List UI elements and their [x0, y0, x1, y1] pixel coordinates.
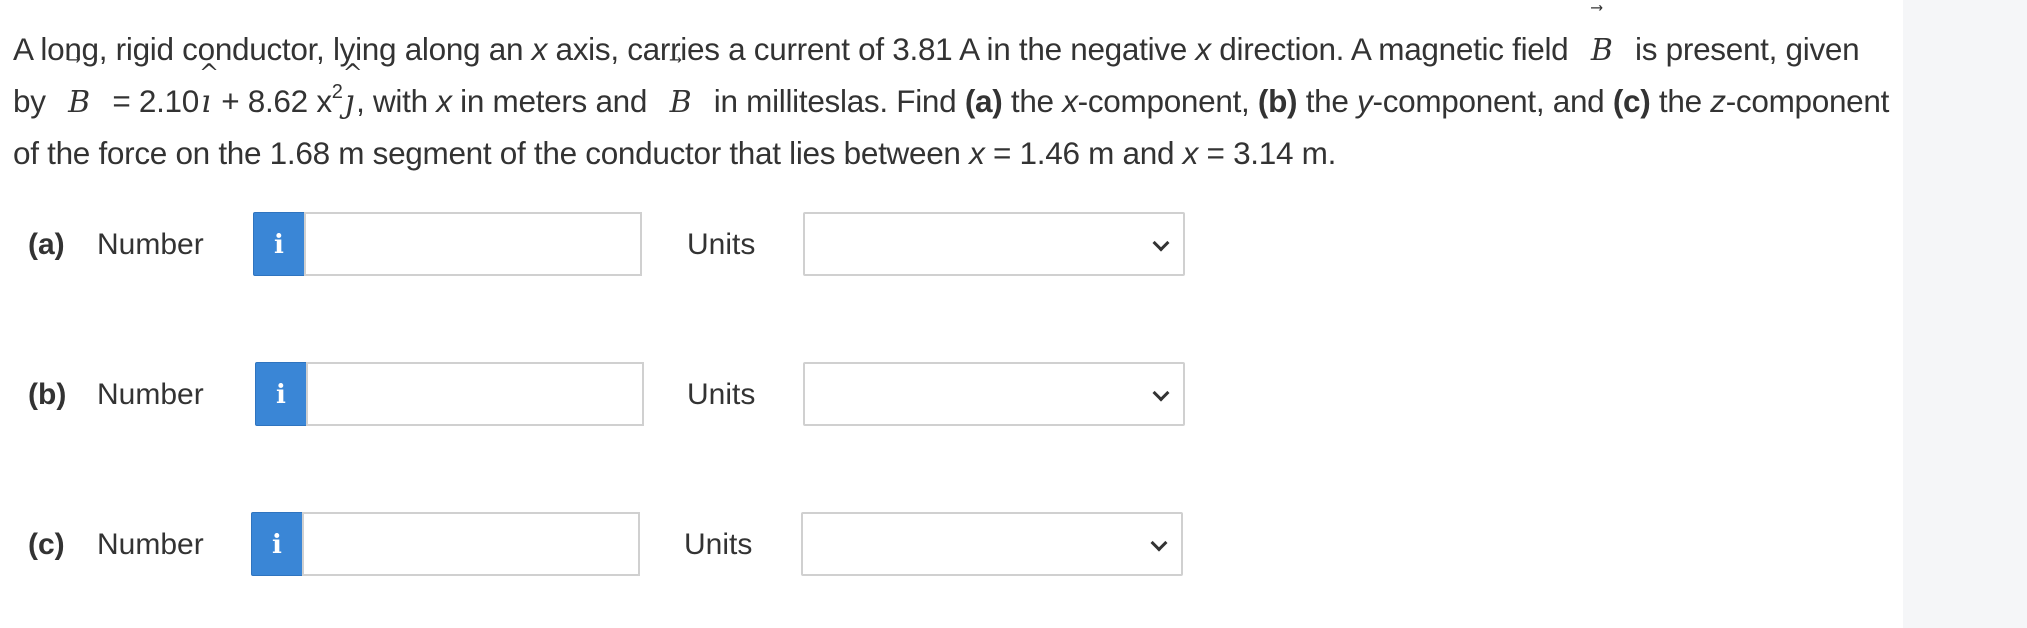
units-label: Units: [687, 378, 756, 411]
vector-b-symbol: ⃗B: [68, 56, 90, 120]
units-select-c[interactable]: [801, 512, 1183, 576]
i-hat-symbol: ^ ı: [198, 59, 219, 120]
units-select-a[interactable]: [803, 212, 1185, 276]
number-label: Number: [97, 528, 204, 561]
answer-row-a: (a) Number i Units: [0, 212, 1200, 278]
j-hat-symbol: ^ ȷ: [342, 59, 363, 120]
units-select-b[interactable]: [803, 362, 1185, 426]
vector-b-symbol: ⃗B: [669, 56, 692, 120]
chevron-down-icon: [1152, 234, 1170, 252]
chevron-down-icon: [1152, 384, 1170, 402]
number-label: Number: [97, 378, 204, 411]
number-input-a[interactable]: [304, 212, 642, 276]
chevron-down-icon: [1150, 534, 1168, 552]
question-text: A long, rigid conductor, lying along an …: [13, 4, 1893, 178]
number-input-b[interactable]: [306, 362, 644, 426]
units-label: Units: [684, 528, 753, 561]
part-label-a: (a): [28, 228, 65, 261]
part-label-b: (b): [28, 378, 67, 411]
number-input-c[interactable]: [302, 512, 640, 576]
part-label-c: (c): [28, 528, 65, 561]
answer-row-b: (b) Number i Units: [0, 362, 1200, 428]
info-button[interactable]: i: [253, 212, 305, 276]
side-strip: [1903, 0, 2027, 628]
info-button[interactable]: i: [255, 362, 307, 426]
vector-b-symbol: ⃗B: [1590, 4, 1613, 68]
number-label: Number: [97, 228, 204, 261]
units-label: Units: [687, 228, 756, 261]
answer-row-c: (c) Number i Units: [0, 512, 1200, 578]
info-button[interactable]: i: [251, 512, 303, 576]
